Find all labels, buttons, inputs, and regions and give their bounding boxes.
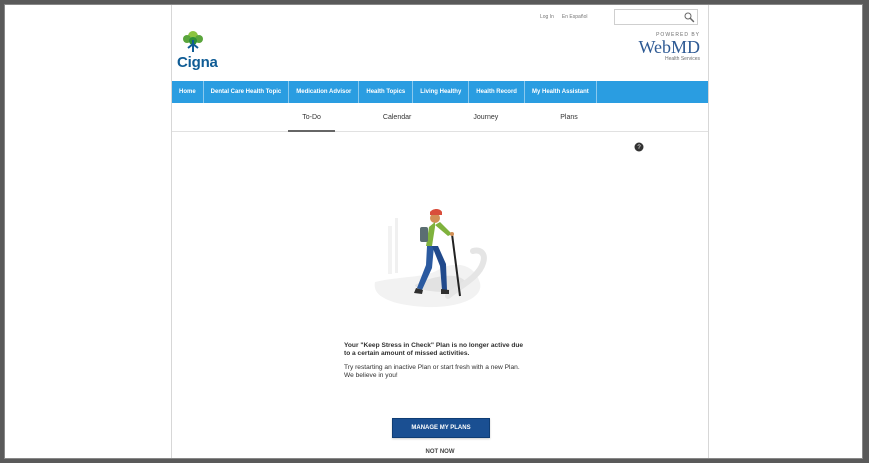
help-icon[interactable]: ? (634, 142, 644, 152)
manage-plans-button[interactable]: MANAGE MY PLANS (392, 418, 490, 438)
cigna-logo[interactable]: Cigna (177, 30, 227, 71)
nav-health-topics[interactable]: Health Topics (359, 81, 414, 103)
webmd-logo[interactable]: POWERED BY WebMD Health Services (634, 32, 700, 74)
nav-health-assistant[interactable]: My Health Assistant (525, 81, 597, 103)
tree-icon (183, 31, 203, 52)
inactive-plan-title: Your "Keep Stress in Check" Plan is no l… (344, 342, 524, 357)
nav-living-healthy[interactable]: Living Healthy (413, 81, 470, 103)
spanish-link[interactable]: En Español (562, 14, 588, 20)
nav-dental-care[interactable]: Dental Care Health Topic (204, 81, 290, 103)
plan-tabs: To-Do Calendar Journey Plans (172, 103, 708, 132)
webmd-brand-text: WebMD (638, 37, 700, 57)
tab-plans[interactable]: Plans (546, 103, 592, 131)
screenshot-frame: Log In En Español Cigna POWERED BY WebMD (4, 4, 863, 459)
inactive-plan-body: Try restarting an inactive Plan or start… (344, 364, 520, 379)
hiker-illustration (374, 209, 487, 308)
not-now-link[interactable]: NOT NOW (417, 449, 463, 455)
login-link[interactable]: Log In (540, 14, 554, 20)
page-container: Log In En Español Cigna POWERED BY WebMD (171, 5, 709, 458)
inactive-plan-message: Your "Keep Stress in Check" Plan is no l… (344, 342, 529, 380)
nav-home[interactable]: Home (172, 81, 204, 103)
main-nav: Home Dental Care Health Topic Medication… (172, 81, 708, 103)
nav-medication-advisor[interactable]: Medication Advisor (289, 81, 360, 103)
search-box[interactable] (614, 9, 698, 25)
tab-journey[interactable]: Journey (459, 103, 512, 131)
nav-health-record[interactable]: Health Record (469, 81, 525, 103)
tab-to-do[interactable]: To-Do (288, 103, 335, 132)
tab-calendar[interactable]: Calendar (369, 103, 425, 131)
search-icon[interactable] (683, 11, 695, 23)
utility-links: Log In En Español (540, 11, 587, 23)
cigna-logo-text: Cigna (177, 54, 218, 71)
